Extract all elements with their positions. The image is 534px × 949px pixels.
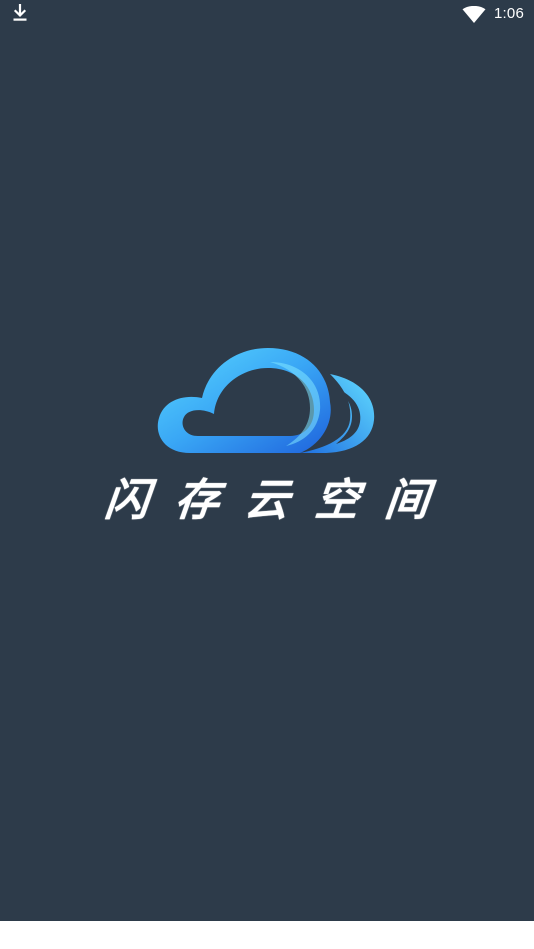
status-time: 1:06: [494, 5, 524, 22]
status-bar: 1:06: [0, 0, 534, 30]
wifi-icon: [462, 6, 486, 23]
app-name-title: 闪存云空间: [102, 475, 458, 526]
download-icon: [13, 4, 27, 21]
cloud-logo-icon: [157, 348, 375, 453]
splash-screen: 1:06 闪存云空间: [0, 0, 534, 921]
